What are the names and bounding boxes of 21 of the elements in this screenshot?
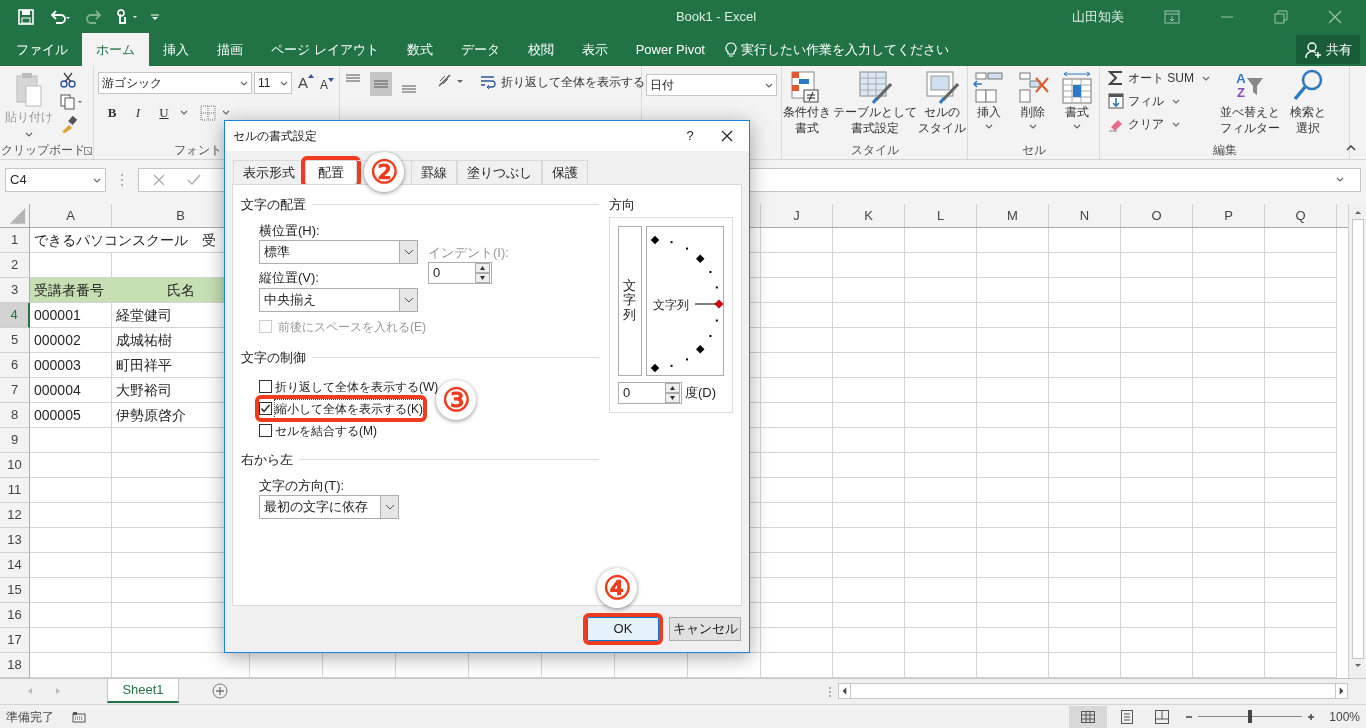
group-label: スタイル xyxy=(850,142,899,159)
field-label: インデント(I): xyxy=(428,243,509,262)
checkbox-label: 前後にスペースを入れる(E) xyxy=(278,318,426,336)
field-label: 文字の方向(T): xyxy=(259,476,346,495)
group-label: フォント xyxy=(174,142,222,159)
field-label: 度(D) xyxy=(685,383,717,402)
group-label: 編集 xyxy=(1212,142,1237,159)
window-title: Book1 - Excel xyxy=(674,7,758,26)
tell-me-placeholder: 実行したい作業を入力してください xyxy=(741,40,949,59)
section-heading: 方向 xyxy=(609,196,636,214)
dial-text: 文字列 xyxy=(652,295,689,314)
field-label: 横位置(H): xyxy=(259,221,321,240)
checkbox-label: セルを結合する(M) xyxy=(275,422,377,440)
user-name: 山田知美 xyxy=(1072,7,1124,26)
section-heading: 右から左 xyxy=(241,451,293,469)
group-label: セル xyxy=(1021,142,1046,159)
checkbox-label: 折り返して全体を表示する(W) xyxy=(275,378,439,396)
group-label: クリップボード xyxy=(1,142,85,159)
dialog-title: セルの書式設定 xyxy=(233,128,318,145)
status-text: 準備完了 xyxy=(6,708,54,726)
field-label: 縦位置(V): xyxy=(259,269,320,287)
